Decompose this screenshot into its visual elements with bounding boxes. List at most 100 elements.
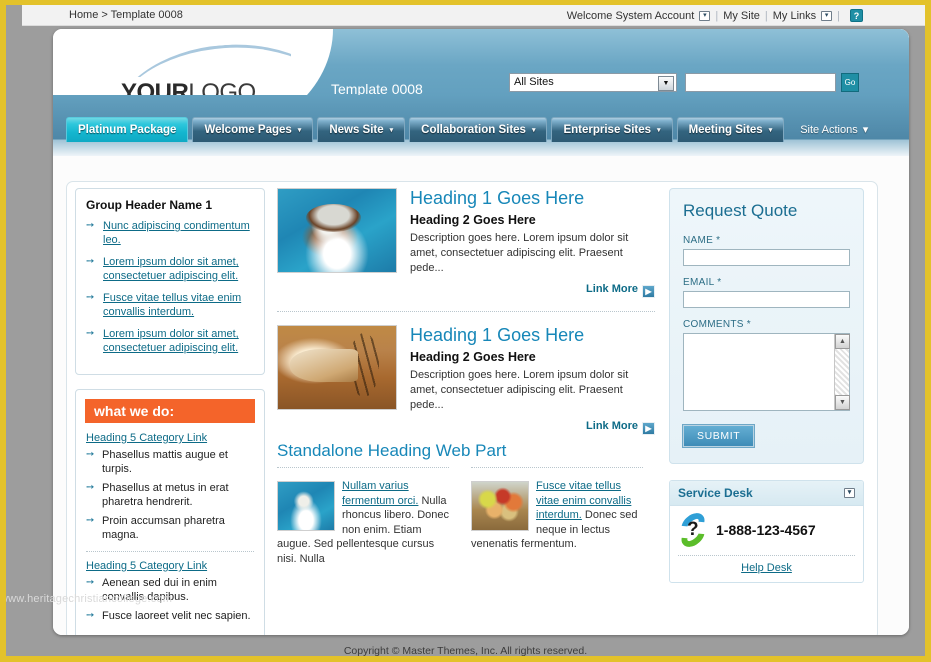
help-icon[interactable]: ? [850,9,863,22]
tab-label: Platinum Package [78,124,177,136]
article-text: Heading 1 Goes Here Heading 2 Goes Here … [410,325,655,435]
article-text: Heading 1 Goes Here Heading 2 Goes Here … [410,188,655,298]
search-go-button[interactable]: Go [841,73,859,92]
logo-bold-text: YOUR [121,79,189,95]
swimmer-photo [277,188,397,273]
group-header-title: Group Header Name 1 [86,198,213,212]
group-link[interactable]: Lorem ipsum dolor sit amet, consectetuer… [103,328,239,354]
chevron-down-icon: ▾ [768,127,773,134]
tab-welcome-pages[interactable]: Welcome Pages ▾ [192,117,314,142]
group-link[interactable]: Fusce vitae tellus vitae enim convallis … [103,292,241,318]
request-quote-panel: Request Quote NAME * EMAIL * COMMENTS * … [669,188,864,464]
tab-news-site[interactable]: News Site ▾ [317,117,406,142]
search-scope-value: All Sites [514,76,554,88]
submit-button[interactable]: SUBMIT [681,424,756,448]
service-desk-body: ? 1-888-123-4567 [670,506,863,552]
category-link-2[interactable]: Heading 5 Category Link [86,560,254,572]
scroll-down-icon[interactable]: ▼ [835,395,850,410]
divider [277,311,655,312]
comments-field-label: COMMENTS * [683,319,751,330]
site-logo[interactable]: YOURLOGO [121,79,256,95]
standalone-item-2: Fusce vitae tellus vitae enim convallis … [471,467,643,566]
what-we-do-list-1: Phasellus mattis augue et turpis. Phasel… [86,448,254,542]
content-columns: Group Header Name 1 Nunc adipiscing cond… [75,188,875,635]
name-field-label: NAME * [683,235,721,246]
list-item: Proin accumsan pharetra magna. [86,514,254,542]
group-link[interactable]: Nunc adipiscing condimentum leo. [103,220,250,246]
right-sidebar: Request Quote NAME * EMAIL * COMMENTS * … [669,188,864,635]
list-item: Fusce vitae tellus vitae enim convallis … [86,291,254,319]
service-desk-header: Service Desk ▾ [670,481,863,506]
search-scope-select[interactable]: All Sites ▼ [509,73,677,92]
question-help-icon: ? [677,508,709,552]
tab-label: Collaboration Sites [421,124,526,136]
search-area: All Sites ▼ Go [509,73,859,93]
separator-1: | [715,9,719,22]
icon-question-mark: ? [687,519,699,540]
site-header: YOURLOGO Template 0008 All Sites ▼ Go Ad… [53,29,909,95]
list-item: Phasellus at metus in erat pharetra hend… [86,481,254,509]
group-link[interactable]: Lorem ipsum dolor sit amet, consectetuer… [103,256,239,282]
list-item: Lorem ipsum dolor sit amet, consectetuer… [86,255,254,283]
chevron-down-icon: ▾ [657,127,661,134]
search-input[interactable] [685,73,836,92]
email-field-label: EMAIL * [683,277,722,288]
fruit-basket-thumbnail [471,481,529,531]
my-site-link[interactable]: My Site [723,10,760,22]
tab-collaboration-sites[interactable]: Collaboration Sites ▾ [409,117,548,142]
tab-platinum-package[interactable]: Platinum Package [66,117,189,142]
chevron-down-icon[interactable]: ▼ [658,76,674,91]
service-desk-phone: 1-888-123-4567 [716,522,816,538]
list-item: Phasellus mattis augue et turpis. [86,448,254,476]
page-border-left [0,0,6,662]
service-desk-panel: Service Desk ▾ ? 1-888-123-4567 Help Des… [669,480,864,583]
separator-2: | [764,9,768,22]
standalone-heading: Standalone Heading Web Part [277,441,507,460]
my-links-link[interactable]: My Links [773,10,816,22]
service-desk-menu-icon[interactable]: ▾ [844,488,855,498]
page-border-top [0,0,931,5]
site-actions-menu[interactable]: Site Actions ▾ [796,117,872,142]
what-we-do-title: what we do: [85,399,255,423]
welcome-dropdown-icon[interactable]: ▾ [699,10,711,21]
comments-field[interactable]: ▲ ▼ [683,333,850,411]
page-root: Home > Template 0008 Welcome System Acco… [0,5,925,657]
article-swimmer: Heading 1 Goes Here Heading 2 Goes Here … [277,188,655,298]
main-content: Heading 1 Goes Here Heading 2 Goes Here … [277,188,655,635]
article-description: Description goes here. Lorem ipsum dolor… [410,232,629,274]
chevron-down-icon: ▾ [297,127,302,134]
logo-swoosh-icon [111,43,291,77]
category-link-1[interactable]: Heading 5 Category Link [86,432,254,444]
group-links-panel: Group Header Name 1 Nunc adipiscing cond… [75,188,265,375]
comments-scrollbar[interactable]: ▲ ▼ [834,334,850,410]
link-more-1[interactable]: Link More ▶ [410,283,655,298]
navigation-bar: Platinum Package Welcome Pages ▾ News Si… [53,95,909,156]
site-shell: YOURLOGO Template 0008 All Sites ▼ Go Ad… [53,29,909,635]
service-desk-title: Service Desk [678,486,753,500]
article-heading-2: Heading 2 Goes Here [410,350,536,364]
tab-label: Meeting Sites [688,124,763,136]
standalone-item-body: Fusce vitae tellus vitae enim convallis … [471,479,643,552]
divider [86,551,254,552]
link-more-2[interactable]: Link More ▶ [410,420,655,435]
page-body: Group Header Name 1 Nunc adipiscing cond… [53,156,909,635]
breadcrumb[interactable]: Home > Template 0008 [69,9,183,21]
name-field[interactable] [683,249,850,266]
standalone-link[interactable]: Nullam varius fermentum orci. [342,480,418,507]
chevron-down-icon: ▾ [862,124,869,136]
article-description: Description goes here. Lorem ipsum dolor… [410,369,629,411]
site-title: Template 0008 [331,81,423,95]
help-desk-link[interactable]: Help Desk [741,562,792,574]
welcome-label: Welcome System Account [566,9,695,22]
tab-enterprise-sites[interactable]: Enterprise Sites ▾ [551,117,673,142]
email-field[interactable] [683,291,850,308]
tab-meeting-sites[interactable]: Meeting Sites ▾ [676,117,785,142]
chevron-down-icon: ▾ [389,127,394,134]
airplane-photo [277,325,397,410]
scroll-up-icon[interactable]: ▲ [835,334,850,349]
chevron-right-icon: ▶ [642,422,655,435]
article-airplane: Heading 1 Goes Here Heading 2 Goes Here … [277,325,655,435]
tab-label: Welcome Pages [204,124,292,136]
tab-label: Enterprise Sites [563,124,652,136]
my-links-dropdown-icon[interactable]: ▾ [821,10,833,21]
